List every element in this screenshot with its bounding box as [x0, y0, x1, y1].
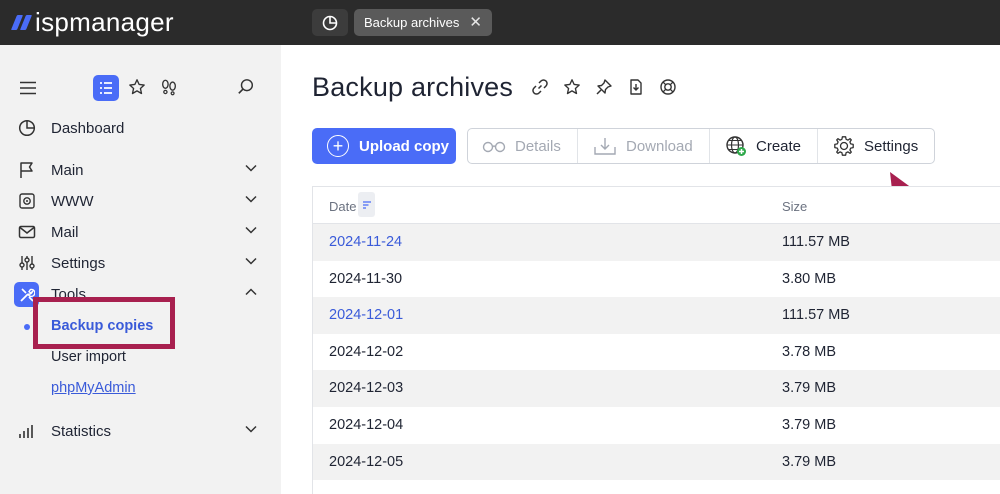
backup-archives-table: Date Size 2024-11-24 111.57 MB 2024-11-3…: [312, 186, 1000, 494]
table-row[interactable]: 2024-12-05 3.79 MB: [313, 443, 1000, 481]
cell-date[interactable]: 2024-11-24: [329, 234, 402, 250]
cell-date: 2024-12-03: [329, 380, 404, 397]
flag-icon: [18, 161, 36, 179]
chevron-down-icon: [245, 425, 257, 433]
plus-circle-icon: +: [327, 135, 349, 157]
column-header-size[interactable]: Size: [782, 199, 807, 214]
bar-chart-icon: [18, 422, 36, 440]
details-label: Details: [515, 137, 561, 155]
upload-copy-label: Upload copy: [359, 137, 450, 155]
sort-button[interactable]: [358, 192, 375, 217]
logo-text: ispmanager: [35, 6, 174, 37]
action-toolbar: Details Download Create Settings: [467, 128, 935, 164]
active-indicator: [24, 324, 30, 330]
annotation-highlight-box: [33, 297, 175, 349]
sidebar-item-label: Main: [51, 161, 84, 179]
details-button[interactable]: Details: [468, 129, 578, 163]
cell-date: 2024-11-30: [329, 270, 403, 287]
download-icon: [593, 136, 617, 156]
download-button[interactable]: Download: [578, 129, 710, 163]
download-file-icon[interactable]: [626, 77, 646, 97]
top-bar: ispmanager Backup archives ✕: [0, 0, 1000, 45]
sidebar-toolbar: [0, 75, 281, 101]
list-icon: [100, 82, 112, 94]
column-header-date[interactable]: Date: [329, 199, 356, 214]
settings-label: Settings: [864, 137, 919, 155]
link-icon[interactable]: [530, 77, 550, 97]
table-row[interactable]: 2024-11-24 111.57 MB: [313, 224, 1000, 261]
search-icon[interactable]: [237, 78, 255, 96]
upload-copy-button[interactable]: + Upload copy: [312, 128, 456, 164]
sidebar-item-label: Settings: [51, 254, 106, 272]
cell-size: 3.80 MB: [782, 270, 836, 287]
page-title: Backup archives: [312, 72, 514, 102]
star-icon[interactable]: [128, 78, 146, 96]
footprints-icon[interactable]: [160, 78, 178, 96]
cell-size: 3.79 MB: [782, 380, 836, 397]
cell-date: 2024-12-05: [329, 453, 404, 470]
sidebar-item-main[interactable]: Main: [0, 156, 281, 184]
chevron-down-icon: [245, 164, 257, 172]
sliders-icon: [18, 254, 36, 272]
list-view-button[interactable]: [93, 75, 119, 101]
www-gear-icon: [18, 192, 36, 210]
globe-add-icon: [725, 135, 747, 157]
sort-icon: [362, 200, 371, 209]
close-icon[interactable]: ✕: [469, 15, 482, 30]
gear-icon: [833, 135, 855, 157]
table-row[interactable]: 2024-12-03 3.79 MB: [313, 370, 1000, 407]
sidebar-subitem-phpmyadmin[interactable]: phpMyAdmin: [51, 380, 136, 396]
title-actions: [530, 77, 678, 97]
sidebar-item-statistics[interactable]: Statistics: [0, 417, 281, 445]
cell-date: 2024-12-04: [329, 417, 404, 433]
chevron-down-icon: [245, 257, 257, 265]
mail-icon: [18, 223, 36, 241]
sidebar-item-dashboard[interactable]: Dashboard: [0, 114, 281, 142]
sidebar-item-label: Statistics: [51, 422, 112, 440]
cell-date[interactable]: 2024-12-01: [329, 307, 403, 323]
cell-size: 3.78 MB: [782, 343, 836, 360]
logo-mark-icon: [10, 14, 33, 30]
hamburger-icon[interactable]: [19, 81, 37, 95]
table-row[interactable]: 2024-11-30 3.80 MB: [313, 260, 1000, 298]
table-header: Date Size: [313, 187, 1000, 224]
cell-size: 3.79 MB: [782, 453, 836, 470]
help-ring-icon[interactable]: [658, 77, 678, 97]
table-row[interactable]: 2024-12-01 111.57 MB: [313, 297, 1000, 334]
chevron-down-icon: [245, 226, 257, 234]
cell-size: 3.79 MB: [782, 417, 836, 433]
chevron-down-icon: [245, 195, 257, 203]
dashboard-icon: [322, 15, 338, 30]
download-label: Download: [626, 137, 693, 155]
dashboard-tab-button[interactable]: [312, 9, 348, 36]
table-row[interactable]: 2024-12-04 3.79 MB: [313, 407, 1000, 444]
sidebar-item-label: Mail: [51, 223, 79, 241]
sidebar-item-label: WWW: [51, 192, 94, 210]
sidebar-item-label: Dashboard: [51, 119, 125, 137]
star-icon[interactable]: [562, 77, 582, 97]
glasses-icon: [482, 139, 506, 153]
sidebar-item-mail[interactable]: Mail: [0, 218, 281, 246]
sidebar-subitem-user-import[interactable]: User import: [51, 349, 126, 365]
dashboard-icon: [18, 119, 36, 137]
logo[interactable]: ispmanager: [10, 6, 174, 37]
create-button[interactable]: Create: [710, 129, 818, 163]
sidebar: Dashboard Main WWW Mail Settings Tools B…: [0, 45, 281, 494]
tab-label: Backup archives: [364, 15, 460, 30]
create-label: Create: [756, 137, 802, 155]
tab-backup-archives[interactable]: Backup archives ✕: [354, 9, 492, 36]
cell-size: 111.57 MB: [782, 234, 850, 250]
pin-icon[interactable]: [594, 77, 614, 97]
table-row[interactable]: 2024-12-02 3.78 MB: [313, 333, 1000, 371]
sidebar-item-settings[interactable]: Settings: [0, 249, 281, 277]
settings-button[interactable]: Settings: [818, 129, 934, 163]
cell-size: 111.57 MB: [782, 307, 850, 324]
cell-date: 2024-12-02: [329, 343, 404, 360]
chevron-up-icon: [245, 288, 257, 296]
sidebar-item-www[interactable]: WWW: [0, 187, 281, 215]
